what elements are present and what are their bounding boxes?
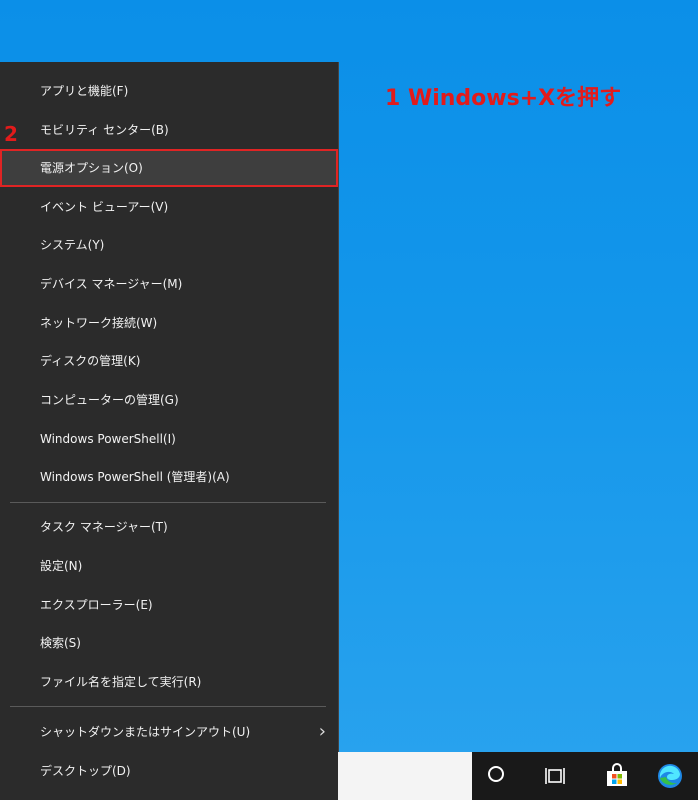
menu-separator [10, 706, 326, 707]
menu-item-mobility-center[interactable]: モビリティ センター(B) [0, 111, 338, 149]
cortana-icon[interactable] [488, 766, 504, 782]
step1-annotation: 1 Windows+Xを押す [385, 86, 622, 111]
menu-item-settings[interactable]: 設定(N) [0, 547, 338, 585]
menu-item-device-manager[interactable]: デバイス マネージャー(M) [0, 265, 338, 303]
taskbar-search-box[interactable] [338, 752, 472, 800]
menu-item-task-manager[interactable]: タスク マネージャー(T) [0, 508, 338, 546]
microsoft-store-icon[interactable] [603, 762, 631, 790]
edge-browser-icon[interactable] [656, 762, 684, 790]
menu-item-explorer[interactable]: エクスプローラー(E) [0, 586, 338, 624]
menu-item-shutdown-signout[interactable]: シャットダウンまたはサインアウト(U) › [0, 713, 338, 751]
menu-item-computer-management[interactable]: コンピューターの管理(G) [0, 381, 338, 419]
step2-annotation: 2 [4, 122, 18, 146]
menu-item-powershell[interactable]: Windows PowerShell(I) [0, 420, 338, 458]
task-view-icon[interactable] [543, 762, 571, 790]
menu-item-system[interactable]: システム(Y) [0, 226, 338, 264]
menu-item-powershell-admin[interactable]: Windows PowerShell (管理者)(A) [0, 458, 338, 496]
menu-item-network-connections[interactable]: ネットワーク接続(W) [0, 304, 338, 342]
chevron-right-icon: › [318, 721, 326, 742]
winx-context-menu: アプリと機能(F) モビリティ センター(B) 電源オプション(O) イベント … [0, 62, 339, 800]
menu-item-event-viewer[interactable]: イベント ビューアー(V) [0, 188, 338, 226]
menu-item-disk-management[interactable]: ディスクの管理(K) [0, 342, 338, 380]
menu-separator [10, 502, 326, 503]
menu-item-desktop[interactable]: デスクトップ(D) [0, 752, 338, 790]
menu-item-run[interactable]: ファイル名を指定して実行(R) [0, 663, 338, 701]
menu-item-search[interactable]: 検索(S) [0, 624, 338, 662]
menu-item-apps-features[interactable]: アプリと機能(F) [0, 72, 338, 110]
taskbar [338, 752, 698, 800]
menu-item-power-options[interactable]: 電源オプション(O) [0, 149, 338, 187]
